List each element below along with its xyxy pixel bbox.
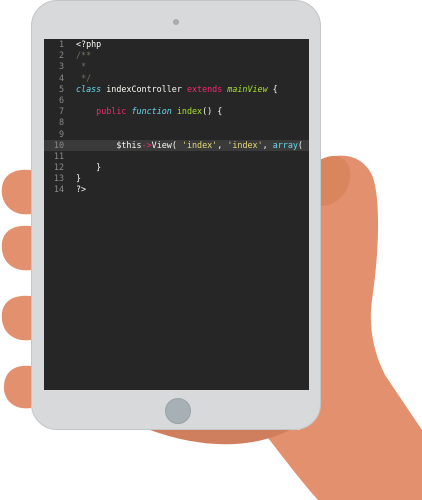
line-number: 7 <box>58 106 64 117</box>
code-line[interactable]: 8 <box>44 117 309 128</box>
finger-4 <box>3 365 31 409</box>
line-source: /** <box>76 50 91 61</box>
code-token: indexController <box>101 83 187 94</box>
code-token: , <box>262 139 273 150</box>
line-source: public function index() { <box>76 106 222 117</box>
code-token: mainView <box>227 83 268 94</box>
code-line[interactable]: 3 * <box>44 61 309 72</box>
code-line[interactable]: 13} <box>44 173 309 184</box>
code-token: */ <box>76 72 92 83</box>
code-token: public <box>96 106 127 117</box>
code-editor-screen: 1 <?php 2/** 3 * 4 */5 class indexController … <box>44 39 309 390</box>
camera-icon <box>173 19 179 25</box>
code-token: array <box>272 139 298 150</box>
code-line[interactable]: 9 <box>44 129 309 140</box>
code-token: () { <box>202 106 223 117</box>
line-number: 6 <box>58 94 64 105</box>
code-token: ( <box>297 139 303 150</box>
hand-lower-edge <box>150 430 290 445</box>
finger-2 <box>1 225 31 271</box>
code-line[interactable]: 14 ?> <box>44 184 309 195</box>
code-line[interactable]: 12 } <box>44 162 309 173</box>
code-line[interactable]: 11 <box>44 151 309 162</box>
code-token: <?php <box>76 39 102 49</box>
line-source: } <box>76 173 81 184</box>
line-source: <?php <box>76 39 101 50</box>
line-number: 4 <box>58 72 64 83</box>
code-token: class <box>76 83 102 94</box>
code-line[interactable]: 4 */ <box>44 73 309 84</box>
code-token: 'index' <box>181 139 218 150</box>
code-token: } <box>76 173 82 184</box>
line-number: 2 <box>58 50 64 61</box>
line-number: 9 <box>58 128 64 139</box>
code-token: { <box>267 83 278 94</box>
home-button[interactable] <box>165 398 191 424</box>
line-source: * <box>76 61 86 72</box>
code-line[interactable]: 10 $this->View( 'index', 'index', array( <box>44 139 309 151</box>
line-number: 13 <box>53 173 64 184</box>
line-number: 11 <box>53 150 64 161</box>
line-source: class indexController extends mainView { <box>76 84 278 95</box>
code-token: , <box>217 139 228 150</box>
code-editor[interactable]: 1 <?php 2/** 3 * 4 */5 class indexController … <box>44 39 309 196</box>
code-line[interactable]: 1 <?php <box>44 39 309 50</box>
code-token: index <box>176 106 203 117</box>
line-number: 3 <box>58 61 64 72</box>
line-number: 10 <box>53 139 64 150</box>
code-line[interactable]: 6 <box>44 95 309 106</box>
code-token: extends <box>186 83 223 94</box>
code-token: $this <box>76 139 142 150</box>
code-token: } <box>76 162 102 173</box>
code-token: ( <box>171 139 182 150</box>
finger-3 <box>1 295 31 341</box>
code-token: * <box>76 61 87 72</box>
line-source: } <box>76 162 101 173</box>
code-token: function <box>131 106 172 117</box>
finger-1 <box>1 169 31 215</box>
illustration-scene: 1 <?php 2/** 3 * 4 */5 class indexController … <box>0 0 422 500</box>
code-line[interactable]: 2 /** <box>44 50 309 61</box>
code-line[interactable]: 7 public function index() { <box>44 106 309 117</box>
line-number: 12 <box>53 162 64 173</box>
line-number: 5 <box>58 83 64 94</box>
code-token: -> <box>141 139 152 150</box>
line-number: 8 <box>58 117 64 128</box>
code-token: /** <box>76 50 92 61</box>
line-source: */ <box>76 73 91 84</box>
code-token: 'index' <box>227 139 263 150</box>
line-source: ?> <box>76 184 86 195</box>
code-token: View <box>151 139 172 150</box>
code-line[interactable]: 5 class indexController extends mainView … <box>44 84 309 95</box>
line-source: $this->View( 'index', 'index', array( <box>76 140 303 151</box>
tablet-device: 1 <?php 2/** 3 * 4 */5 class indexController … <box>31 0 321 430</box>
line-number: 14 <box>53 184 64 195</box>
code-token: ?> <box>76 184 87 195</box>
line-number: 1 <box>58 39 64 49</box>
